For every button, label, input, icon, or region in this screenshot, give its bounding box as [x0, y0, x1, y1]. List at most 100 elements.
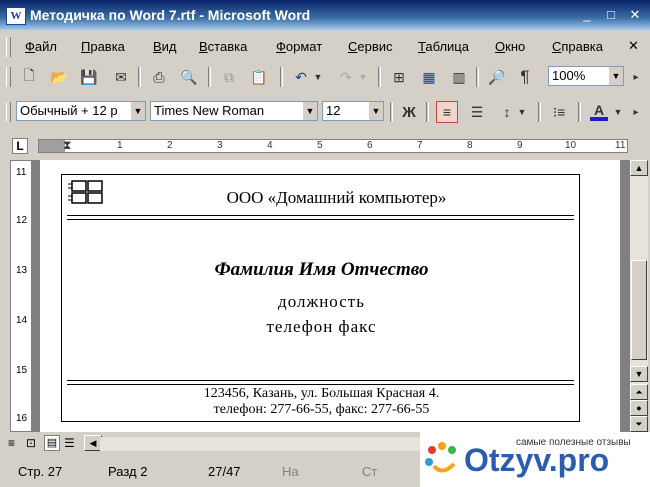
ruler-track[interactable]: ⧗ 1 2 3 4 5 6 7 8 9 10 11: [38, 138, 628, 153]
toolbar-separator: [476, 67, 479, 87]
numbered-list-icon[interactable]: ⁝≡: [548, 101, 570, 123]
bold-button[interactable]: Ж: [398, 101, 420, 123]
font-size-select[interactable]: 12 ▼: [322, 101, 384, 121]
print-icon[interactable]: ⎙: [148, 66, 170, 88]
ruler-mark: 11: [615, 140, 626, 151]
insert-hyperlink-icon[interactable]: ⊞: [388, 66, 410, 88]
font-select[interactable]: Times New Roman ▼: [150, 101, 318, 121]
scroll-thumb[interactable]: [631, 260, 647, 360]
columns-icon[interactable]: ▥: [448, 66, 470, 88]
vruler-mark: 15: [16, 365, 28, 376]
font-color-icon[interactable]: A: [588, 101, 610, 123]
document-area[interactable]: ООО «Домашний компьютер» Фамилия Имя Отч…: [32, 160, 630, 432]
menu-window[interactable]: Окно: [495, 39, 525, 54]
redo-icon[interactable]: ↷: [335, 66, 357, 88]
company-contacts: телефон: 277-66-55, факс: 277-66-55: [213, 402, 430, 417]
undo-icon[interactable]: ↶: [290, 66, 312, 88]
style-select[interactable]: Обычный + 12 p ▼: [16, 101, 146, 121]
menu-format[interactable]: Формат: [276, 39, 322, 54]
font-size-value: 12: [326, 103, 341, 118]
web-layout-icon[interactable]: ⊡: [26, 436, 36, 450]
scroll-down-icon[interactable]: ▼: [630, 366, 648, 382]
new-document-icon[interactable]: 🗋: [18, 66, 40, 88]
status-page-count: 27/47: [208, 464, 241, 479]
horizontal-scroll-track[interactable]: [100, 437, 430, 451]
close-document-button[interactable]: ✕: [628, 38, 639, 54]
close-button[interactable]: ✕: [626, 7, 644, 23]
divider: [67, 219, 574, 220]
permission-icon[interactable]: ✉: [110, 66, 132, 88]
next-page-icon[interactable]: ⏷: [630, 416, 648, 432]
otzyv-logo-icon: [425, 442, 456, 473]
toolbar-separator: [426, 102, 429, 122]
window-title: Методичка по Word 7.rtf - Microsoft Word: [30, 7, 311, 23]
vruler-mark: 16: [16, 413, 28, 424]
redo-dropdown-icon[interactable]: ▼: [357, 66, 369, 88]
tab-selector[interactable]: L: [12, 138, 28, 154]
menu-table[interactable]: Таблица: [418, 39, 469, 54]
vruler-mark: 14: [16, 315, 28, 326]
divider: [67, 380, 574, 381]
insert-table-icon[interactable]: ▦: [418, 66, 440, 88]
save-icon[interactable]: 💾: [78, 66, 100, 88]
align-center-icon[interactable]: ☰: [466, 101, 488, 123]
line-spacing-dropdown-icon[interactable]: ▼: [516, 101, 528, 123]
ruler-mark: 1: [117, 140, 123, 151]
undo-dropdown-icon[interactable]: ▼: [312, 66, 324, 88]
print-layout-icon[interactable]: ▤: [44, 435, 60, 451]
document-map-icon[interactable]: 🔎: [486, 66, 508, 88]
font-value: Times New Roman: [154, 103, 265, 118]
chevron-down-icon[interactable]: ▼: [131, 102, 145, 120]
menu-edit[interactable]: Правка: [81, 39, 125, 54]
chevron-down-icon[interactable]: ▼: [303, 102, 317, 120]
horizontal-ruler: L ⧗ 1 2 3 4 5 6 7 8 9 10 11: [0, 136, 650, 156]
ruler-left-margin: [39, 140, 65, 152]
business-card[interactable]: ООО «Домашний компьютер» Фамилия Имя Отч…: [61, 174, 580, 422]
vertical-scrollbar[interactable]: ▲ ▼ ⏶ ● ⏷: [630, 160, 648, 432]
title-bar: W Методичка по Word 7.rtf - Microsoft Wo…: [0, 0, 650, 30]
divider: [67, 384, 574, 385]
toolbar-separator: [280, 67, 283, 87]
toolbar-separator: [578, 102, 581, 122]
select-browse-object-icon[interactable]: ●: [630, 400, 648, 416]
menu-help[interactable]: Справка: [552, 39, 603, 54]
previous-page-icon[interactable]: ⏶: [630, 384, 648, 400]
ruler-mark: 9: [517, 140, 523, 151]
scroll-up-icon[interactable]: ▲: [630, 160, 648, 176]
menu-file[interactable]: Файл: [25, 39, 57, 54]
status-section: Разд 2: [108, 464, 148, 479]
toolbar-grip[interactable]: [6, 102, 11, 122]
toolbar-separator: [208, 67, 211, 87]
paste-icon[interactable]: 📋: [248, 66, 270, 88]
outline-view-icon[interactable]: ☰: [64, 436, 75, 450]
minimize-button[interactable]: _: [578, 7, 596, 23]
menu-insert[interactable]: Вставка: [199, 39, 247, 54]
maximize-button[interactable]: □: [602, 7, 620, 23]
toolbar-options-icon[interactable]: ▸: [628, 66, 644, 88]
show-formatting-icon[interactable]: ¶: [514, 66, 536, 88]
menu-tools[interactable]: Сервис: [348, 39, 393, 54]
menu-view[interactable]: Вид: [153, 39, 177, 54]
vertical-ruler[interactable]: 11 12 13 14 15 16: [10, 160, 32, 432]
chevron-down-icon[interactable]: ▼: [609, 67, 623, 85]
word-app-icon[interactable]: W: [6, 7, 26, 25]
document-page[interactable]: ООО «Домашний компьютер» Фамилия Имя Отч…: [40, 160, 620, 432]
normal-view-icon[interactable]: ≡: [8, 436, 15, 450]
chevron-down-icon[interactable]: ▼: [369, 102, 383, 120]
toolbar-separator: [538, 102, 541, 122]
copy-icon[interactable]: ⧉: [218, 66, 240, 88]
person-name: Фамилия Имя Отчество: [214, 259, 429, 280]
align-left-button[interactable]: ≡: [436, 101, 458, 123]
indent-marker-icon[interactable]: ⧗: [63, 138, 71, 153]
toolbar-separator: [378, 67, 381, 87]
ruler-mark: 5: [317, 140, 323, 151]
ruler-mark: 6: [367, 140, 373, 151]
line-spacing-icon[interactable]: ↕: [496, 101, 518, 123]
menubar-grip[interactable]: [6, 37, 11, 57]
zoom-select[interactable]: 100% ▼: [548, 66, 624, 86]
print-preview-icon[interactable]: 🔍: [178, 66, 200, 88]
toolbar-options-icon[interactable]: ▸: [628, 101, 644, 123]
open-folder-icon[interactable]: 📂: [48, 66, 70, 88]
font-color-dropdown-icon[interactable]: ▼: [612, 101, 624, 123]
toolbar-grip[interactable]: [6, 67, 11, 87]
